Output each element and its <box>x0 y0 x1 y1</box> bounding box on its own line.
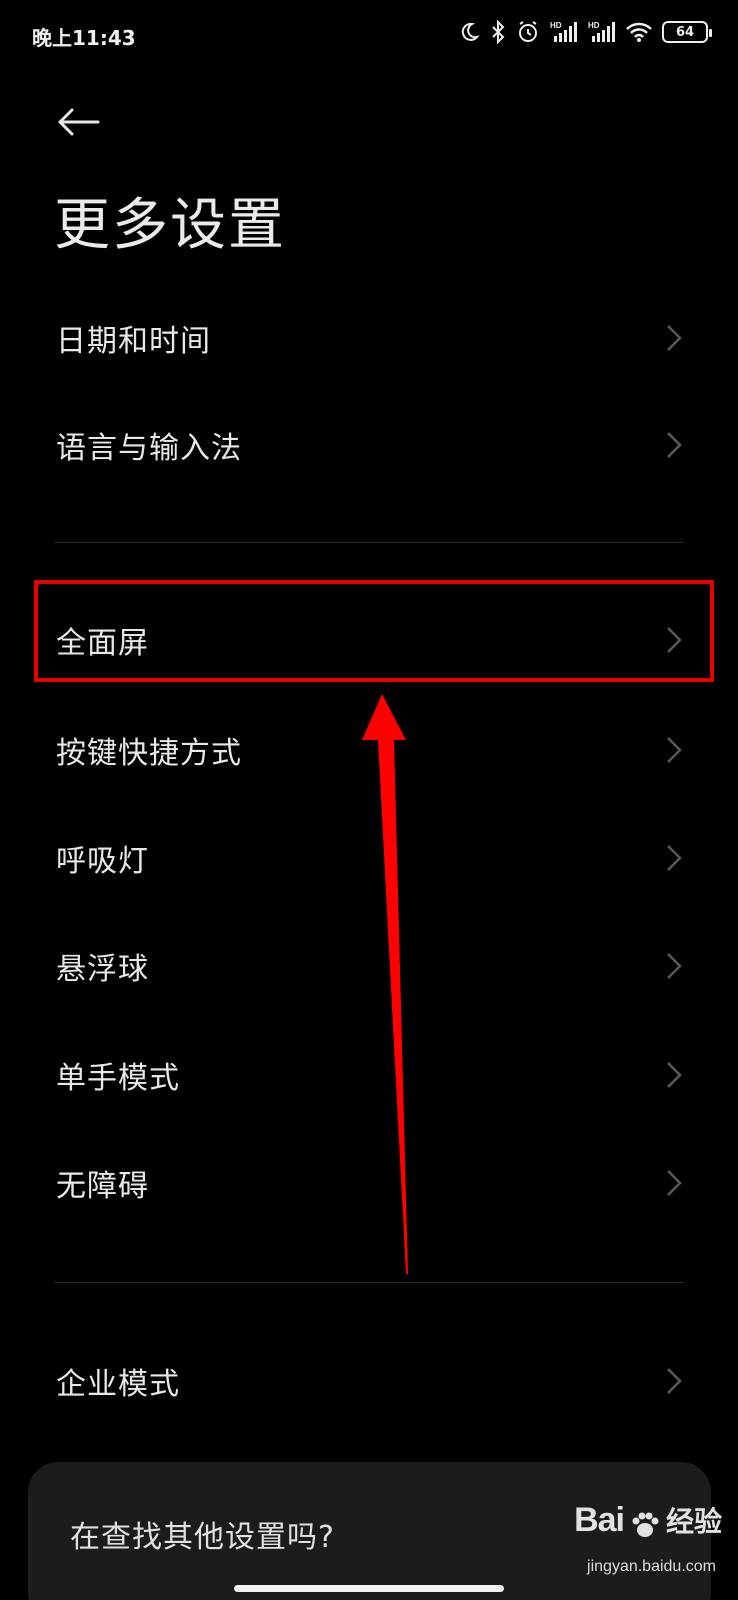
watermark-brand: Bai <box>574 1501 625 1539</box>
moon-icon <box>458 21 480 43</box>
baidu-jingyan-watermark: Bai 经验 <box>574 1500 722 1540</box>
alarm-icon <box>516 20 540 44</box>
signal-hd-icon-1: HD <box>550 20 578 44</box>
watermark-brand-suffix: 经验 <box>665 1505 722 1538</box>
list-item-button-shortcuts[interactable]: 按键快捷方式 <box>0 705 738 795</box>
home-indicator[interactable] <box>234 1585 504 1592</box>
back-button[interactable] <box>52 96 104 148</box>
list-item-enterprise-mode[interactable]: 企业模式 <box>0 1336 738 1426</box>
watermark-url: jingyan.baidu.com <box>587 1558 716 1575</box>
signal-hd-icon-2: HD <box>588 20 616 44</box>
list-item-label: 呼吸灯 <box>56 844 149 879</box>
list-item-date-time[interactable]: 日期和时间 <box>0 293 738 383</box>
list-item-label: 悬浮球 <box>56 952 149 987</box>
section-divider <box>54 542 684 543</box>
chevron-right-icon <box>667 432 682 458</box>
bluetooth-icon <box>490 20 506 44</box>
list-item-one-handed-mode[interactable]: 单手模式 <box>0 1030 738 1120</box>
wifi-icon <box>626 21 652 43</box>
list-item-label: 企业模式 <box>56 1367 180 1402</box>
chevron-right-icon <box>667 1368 682 1394</box>
status-bar: 晚上11:43 HD HD 64 <box>0 0 738 70</box>
paw-icon <box>632 1512 659 1537</box>
svg-text:HD: HD <box>550 21 562 30</box>
chevron-right-icon <box>667 845 682 871</box>
arrow-left-icon <box>58 108 100 136</box>
chevron-right-icon <box>667 1170 682 1196</box>
chevron-right-icon <box>667 1062 682 1088</box>
chevron-right-icon <box>667 737 682 763</box>
battery-level: 64 <box>675 24 695 40</box>
section-divider <box>54 1282 684 1283</box>
list-item-label: 按键快捷方式 <box>56 736 242 771</box>
search-other-settings-text: 在查找其他设置吗? <box>70 1520 335 1555</box>
status-icons: HD HD 64 <box>458 20 712 44</box>
annotation-highlight-box <box>34 580 714 682</box>
list-item-label: 单手模式 <box>56 1061 180 1096</box>
chevron-right-icon <box>667 325 682 351</box>
list-item-language-input[interactable]: 语言与输入法 <box>0 400 738 490</box>
list-item-label: 语言与输入法 <box>56 431 242 466</box>
page-title: 更多设置 <box>54 193 286 258</box>
list-item-notification-light[interactable]: 呼吸灯 <box>0 813 738 903</box>
list-item-label: 无障碍 <box>56 1169 149 1204</box>
svg-text:HD: HD <box>588 21 600 30</box>
list-item-floating-ball[interactable]: 悬浮球 <box>0 921 738 1011</box>
list-item-label: 日期和时间 <box>56 324 211 359</box>
chevron-right-icon <box>667 953 682 979</box>
list-item-accessibility[interactable]: 无障碍 <box>0 1138 738 1228</box>
status-time: 晚上11:43 <box>32 26 136 50</box>
battery-icon: 64 <box>662 21 712 43</box>
